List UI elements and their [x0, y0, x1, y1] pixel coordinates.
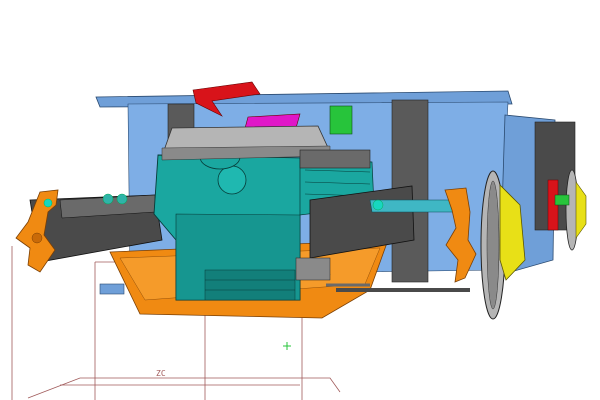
- cad-scene[interactable]: [0, 0, 600, 400]
- triad-label: ZC: [156, 369, 166, 378]
- graphics-viewport[interactable]: ZC: [0, 0, 600, 400]
- crosshair-icon: [283, 342, 291, 350]
